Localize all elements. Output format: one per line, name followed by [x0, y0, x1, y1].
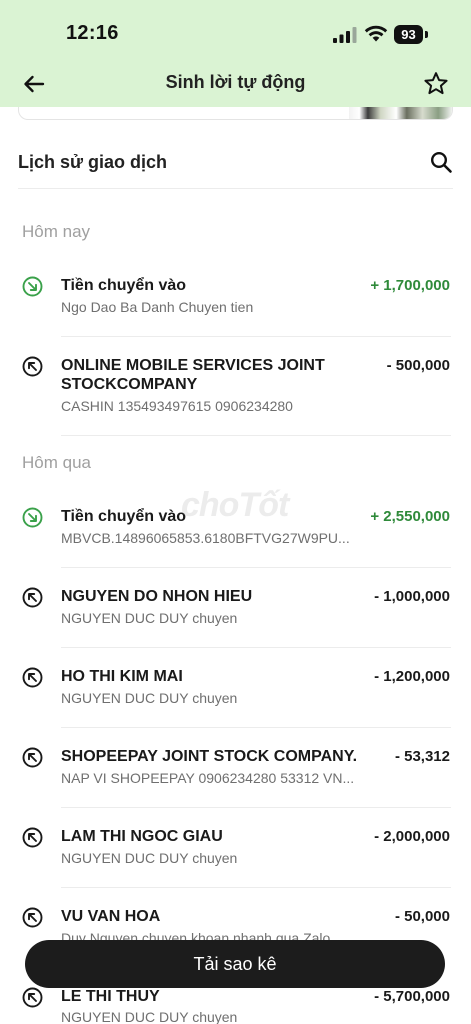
transaction-name: HO THI KIM MAI: [61, 668, 183, 685]
transaction-description: NGUYEN DUC DUY chuyen: [61, 1009, 238, 1024]
transaction-name: Tiền chuyển vào: [61, 277, 187, 294]
group-label-yesterday: Hôm qua: [22, 453, 91, 472]
transaction-amount: - 53,312: [394, 748, 450, 765]
incoming-arrow-icon: [22, 507, 43, 528]
battery-level: 93: [394, 25, 423, 44]
transaction-description: MBVCB.14896065853.6180BFTVG27W9PU...: [61, 530, 350, 546]
outgoing-arrow-icon: [22, 747, 43, 768]
watermark-logo: choTốt: [181, 486, 289, 524]
row-divider: [61, 727, 451, 728]
status-bar: 12:16 93: [0, 0, 471, 56]
transaction-name: VU VAN HOA: [61, 908, 161, 925]
search-icon[interactable]: [429, 150, 453, 174]
outgoing-arrow-icon: [22, 987, 43, 1008]
star-icon[interactable]: [422, 70, 450, 98]
transaction-description: CASHIN 135493497615 0906234280: [61, 398, 293, 414]
transaction-description: NGUYEN DUC DUY chuyen: [61, 610, 238, 626]
transaction-name: ONLINE MOBILE SERVICES JOINT STOCKCOMPAN…: [61, 357, 325, 393]
outgoing-arrow-icon: [22, 667, 43, 688]
transaction-description: NGUYEN DUC DUY chuyen: [61, 850, 238, 866]
transaction-amount: - 50,000: [394, 908, 450, 925]
row-divider: [61, 807, 451, 808]
row-divider: [61, 647, 451, 648]
header-bar: 12:16 93 Sinh lời tự động: [0, 0, 471, 107]
divider: [18, 188, 453, 189]
transaction-amount: - 500,000: [386, 357, 450, 374]
transaction-amount: - 2,000,000: [374, 828, 450, 845]
transaction-description: Ngo Dao Ba Danh Chuyen tien: [61, 299, 254, 315]
row-divider: [61, 336, 451, 337]
transaction-amount: - 5,700,000: [374, 988, 450, 1005]
wifi-icon: [364, 25, 388, 42]
promo-card[interactable]: [18, 107, 453, 120]
history-header: Lịch sử giao dịch: [18, 150, 453, 176]
battery-icon: 93: [394, 25, 428, 44]
row-divider: [61, 435, 451, 436]
outgoing-arrow-icon: [22, 356, 43, 377]
outgoing-arrow-icon: [22, 907, 43, 928]
row-divider: [61, 887, 451, 888]
transaction-amount: - 1,000,000: [374, 588, 450, 605]
group-label-today: Hôm nay: [22, 222, 91, 241]
status-time: 12:16: [66, 22, 119, 44]
transaction-name: LE THI THUY: [61, 988, 160, 1005]
transaction-name: SHOPEEPAY JOINT STOCK COMPANY.: [61, 748, 358, 765]
cellular-signal-icon: [333, 27, 357, 43]
outgoing-arrow-icon: [22, 587, 43, 608]
transaction-description: NAP VI SHOPEEPAY 0906234280 53312 VN...: [61, 770, 355, 786]
transaction-amount: + 2,550,000: [370, 508, 450, 525]
row-divider: [61, 567, 451, 568]
promo-image: [349, 107, 452, 119]
download-statement-button[interactable]: Tải sao kê: [25, 940, 445, 988]
transaction-description: NGUYEN DUC DUY chuyen: [61, 690, 238, 706]
transaction-amount: - 1,200,000: [374, 668, 450, 685]
page-title: Sinh lời tự động: [165, 72, 306, 92]
transaction-name: NGUYEN DO NHON HIEU: [61, 588, 253, 605]
outgoing-arrow-icon: [22, 827, 43, 848]
history-title: Lịch sử giao dịch: [18, 152, 168, 172]
transaction-name: LAM THI NGOC GIAU: [61, 828, 223, 845]
transaction-amount: + 1,700,000: [370, 277, 450, 294]
incoming-arrow-icon: [22, 276, 43, 297]
